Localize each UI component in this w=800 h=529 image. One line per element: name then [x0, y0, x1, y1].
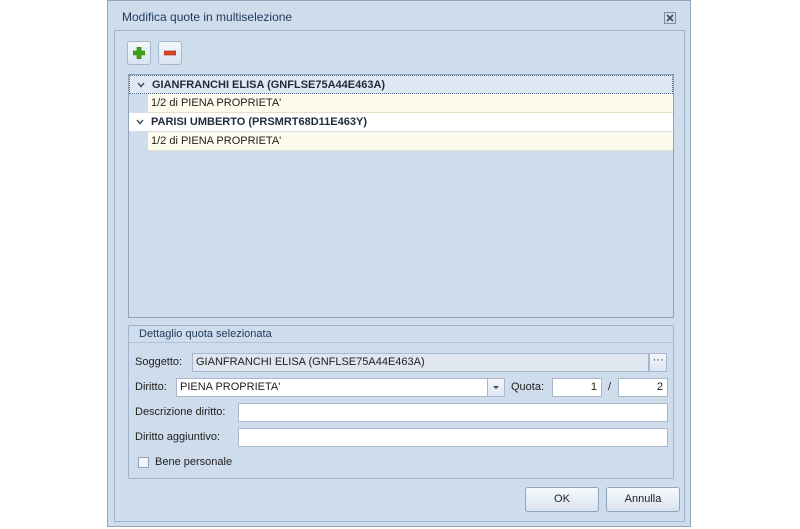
diritto-select[interactable]: PIENA PROPRIETA'	[176, 378, 505, 397]
plus-icon	[133, 47, 145, 59]
detail-header: Dettaglio quota selezionata	[129, 326, 673, 343]
quota-cell: 1/2 di PIENA PROPRIETA'	[151, 135, 282, 147]
diritto-label: Diritto:	[135, 381, 167, 393]
descrizione-label: Descrizione diritto:	[135, 406, 226, 418]
chevron-down-icon[interactable]	[135, 117, 145, 127]
soggetto-label: Soggetto:	[135, 356, 183, 368]
detail-groupbox: Dettaglio quota selezionata Soggetto: GI…	[128, 325, 674, 479]
grid-data-row[interactable]: 1/2 di PIENA PROPRIETA'	[148, 94, 673, 113]
add-button[interactable]	[127, 41, 151, 65]
group-label: GIANFRANCHI ELISA (GNFLSE75A44E463A)	[152, 79, 386, 91]
soggetto-field[interactable]: GIANFRANCHI ELISA (GNFLSE75A44E463A)	[192, 353, 649, 372]
ok-button[interactable]: OK	[525, 487, 599, 512]
grid-group-row[interactable]: GIANFRANCHI ELISA (GNFLSE75A44E463A)	[129, 75, 673, 94]
dialog-body: GIANFRANCHI ELISA (GNFLSE75A44E463A) 1/2…	[114, 30, 685, 522]
grid-data-row[interactable]: 1/2 di PIENA PROPRIETA'	[148, 132, 673, 151]
quota-denominator-field[interactable]: 2	[618, 378, 668, 397]
dropdown-button[interactable]	[487, 379, 504, 396]
detail-title: Dettaglio quota selezionata	[139, 328, 272, 340]
title-bar: Modifica quote in multiselezione	[108, 1, 690, 31]
bene-personale-label: Bene personale	[155, 456, 233, 468]
quota-cell: 1/2 di PIENA PROPRIETA'	[151, 97, 282, 109]
aggiuntivo-field[interactable]	[238, 428, 668, 447]
aggiuntivo-label: Diritto aggiuntivo:	[135, 431, 220, 443]
dialog-title: Modifica quote in multiselezione	[122, 10, 293, 24]
quota-label: Quota:	[511, 381, 545, 393]
chevron-down-icon	[493, 386, 499, 389]
cancel-button[interactable]: Annulla	[606, 487, 680, 512]
diritto-value: PIENA PROPRIETA'	[180, 381, 281, 393]
dialog-window: Modifica quote in multiselezione GIANFRA…	[107, 0, 691, 527]
remove-button[interactable]	[158, 41, 182, 65]
quote-grid: GIANFRANCHI ELISA (GNFLSE75A44E463A) 1/2…	[128, 74, 674, 318]
bene-personale-checkbox[interactable]	[138, 457, 149, 468]
chevron-down-icon[interactable]	[136, 80, 146, 90]
grid-group-row[interactable]: PARISI UMBERTO (PRSMRT68D11E463Y)	[129, 113, 673, 132]
close-icon[interactable]	[664, 12, 676, 24]
descrizione-field[interactable]	[238, 403, 668, 422]
soggetto-browse-button[interactable]: ···	[649, 353, 667, 372]
quota-numerator-field[interactable]: 1	[552, 378, 602, 397]
group-label: PARISI UMBERTO (PRSMRT68D11E463Y)	[151, 116, 367, 128]
quota-separator: /	[608, 381, 612, 393]
minus-icon	[164, 50, 176, 56]
